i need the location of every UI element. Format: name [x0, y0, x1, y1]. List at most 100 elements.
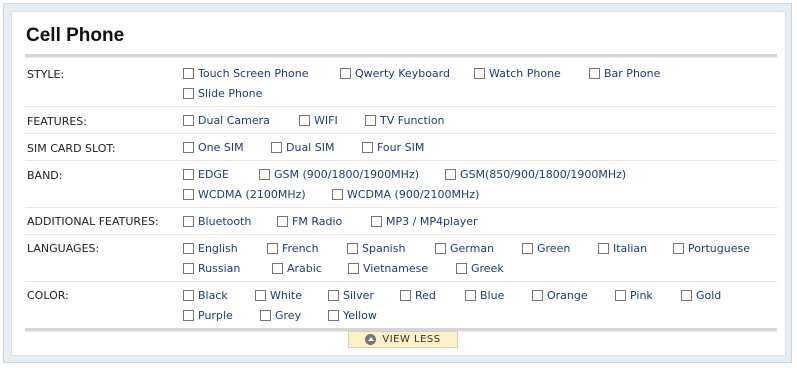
- option-one-sim[interactable]: One SIM: [183, 141, 244, 154]
- row-label-color: COLOR:: [27, 289, 69, 302]
- row-label-sim-card-slot: SIM CARD SLOT:: [27, 142, 116, 155]
- row-label-languages: LANGUAGES:: [27, 242, 100, 255]
- option-vietnamese[interactable]: Vietnamese: [348, 262, 428, 275]
- option-touch-screen-phone[interactable]: Touch Screen Phone: [183, 67, 308, 80]
- checkbox[interactable]: [183, 115, 194, 126]
- option-greek[interactable]: Greek: [456, 262, 504, 275]
- option-gsm-900-1800-1900[interactable]: GSM (900/1800/1900MHz): [259, 168, 419, 181]
- option-dual-sim[interactable]: Dual SIM: [271, 141, 334, 154]
- checkbox[interactable]: [183, 243, 194, 254]
- row-label-band: BAND:: [27, 169, 63, 182]
- collapse-up-icon: [365, 334, 377, 345]
- checkbox[interactable]: [598, 243, 609, 254]
- option-slide-phone[interactable]: Slide Phone: [183, 87, 262, 100]
- checkbox[interactable]: [299, 115, 310, 126]
- header-divider: [25, 54, 777, 58]
- row-divider: [25, 106, 777, 107]
- checkbox[interactable]: [400, 290, 411, 301]
- option-german[interactable]: German: [435, 242, 494, 255]
- option-spanish[interactable]: Spanish: [347, 242, 405, 255]
- option-dual-camera[interactable]: Dual Camera: [183, 114, 270, 127]
- row-divider: [25, 133, 777, 134]
- checkbox[interactable]: [183, 169, 194, 180]
- checkbox[interactable]: [260, 310, 271, 321]
- checkbox[interactable]: [365, 115, 376, 126]
- option-red[interactable]: Red: [400, 289, 436, 302]
- checkbox[interactable]: [681, 290, 692, 301]
- option-white[interactable]: White: [255, 289, 302, 302]
- checkbox[interactable]: [183, 263, 194, 274]
- row-label-features: FEATURES:: [27, 115, 88, 128]
- checkbox[interactable]: [532, 290, 543, 301]
- option-mp3-mp4player[interactable]: MP3 / MP4player: [371, 215, 478, 228]
- row-divider: [25, 207, 777, 208]
- checkbox[interactable]: [255, 290, 266, 301]
- option-arabic[interactable]: Arabic: [272, 262, 322, 275]
- checkbox[interactable]: [328, 310, 339, 321]
- option-wifi[interactable]: WIFI: [299, 114, 338, 127]
- checkbox[interactable]: [277, 216, 288, 227]
- checkbox[interactable]: [259, 169, 270, 180]
- checkbox[interactable]: [183, 216, 194, 227]
- option-fm-radio[interactable]: FM Radio: [277, 215, 342, 228]
- option-italian[interactable]: Italian: [598, 242, 647, 255]
- option-gold[interactable]: Gold: [681, 289, 721, 302]
- row-label-additional-features: ADDITIONAL FEATURES:: [27, 215, 159, 228]
- option-russian[interactable]: Russian: [183, 262, 240, 275]
- option-black[interactable]: Black: [183, 289, 228, 302]
- checkbox[interactable]: [673, 243, 684, 254]
- option-watch-phone[interactable]: Watch Phone: [474, 67, 561, 80]
- view-less-label: VIEW LESS: [382, 334, 441, 345]
- checkbox[interactable]: [183, 68, 194, 79]
- filter-frame: Cell Phone STYLE: Touch Screen Phone Qwe…: [3, 3, 792, 363]
- option-tv-function[interactable]: TV Function: [365, 114, 445, 127]
- option-bar-phone[interactable]: Bar Phone: [589, 67, 660, 80]
- checkbox[interactable]: [456, 263, 467, 274]
- checkbox[interactable]: [347, 243, 358, 254]
- checkbox[interactable]: [183, 189, 194, 200]
- checkbox[interactable]: [267, 243, 278, 254]
- checkbox[interactable]: [340, 68, 351, 79]
- option-gsm-850-900-1800-1900[interactable]: GSM(850/900/1800/1900MHz): [445, 168, 626, 181]
- option-blue[interactable]: Blue: [465, 289, 504, 302]
- checkbox[interactable]: [272, 263, 283, 274]
- checkbox[interactable]: [332, 189, 343, 200]
- category-title: Cell Phone: [26, 25, 125, 46]
- option-wcdma-900-2100[interactable]: WCDMA (900/2100MHz): [332, 188, 479, 201]
- checkbox[interactable]: [615, 290, 626, 301]
- row-divider: [25, 234, 777, 235]
- checkbox[interactable]: [328, 290, 339, 301]
- option-orange[interactable]: Orange: [532, 289, 588, 302]
- checkbox[interactable]: [348, 263, 359, 274]
- checkbox[interactable]: [183, 310, 194, 321]
- option-wcdma-2100[interactable]: WCDMA (2100MHz): [183, 188, 306, 201]
- option-bluetooth[interactable]: Bluetooth: [183, 215, 251, 228]
- option-pink[interactable]: Pink: [615, 289, 653, 302]
- option-silver[interactable]: Silver: [328, 289, 374, 302]
- checkbox[interactable]: [474, 68, 485, 79]
- checkbox[interactable]: [183, 88, 194, 99]
- checkbox[interactable]: [271, 142, 282, 153]
- row-label-style: STYLE:: [27, 68, 65, 81]
- option-english[interactable]: English: [183, 242, 238, 255]
- option-portuguese[interactable]: Portuguese: [673, 242, 750, 255]
- option-qwerty-keyboard[interactable]: Qwerty Keyboard: [340, 67, 450, 80]
- option-four-sim[interactable]: Four SIM: [362, 141, 424, 154]
- row-divider: [25, 160, 777, 161]
- checkbox[interactable]: [522, 243, 533, 254]
- option-edge[interactable]: EDGE: [183, 168, 229, 181]
- option-green[interactable]: Green: [522, 242, 570, 255]
- checkbox[interactable]: [371, 216, 382, 227]
- option-yellow[interactable]: Yellow: [328, 309, 377, 322]
- option-purple[interactable]: Purple: [183, 309, 233, 322]
- option-grey[interactable]: Grey: [260, 309, 301, 322]
- view-less-button[interactable]: VIEW LESS: [348, 331, 458, 348]
- checkbox[interactable]: [435, 243, 446, 254]
- checkbox[interactable]: [362, 142, 373, 153]
- checkbox[interactable]: [589, 68, 600, 79]
- checkbox[interactable]: [465, 290, 476, 301]
- checkbox[interactable]: [445, 169, 456, 180]
- option-french[interactable]: French: [267, 242, 319, 255]
- checkbox[interactable]: [183, 142, 194, 153]
- checkbox[interactable]: [183, 290, 194, 301]
